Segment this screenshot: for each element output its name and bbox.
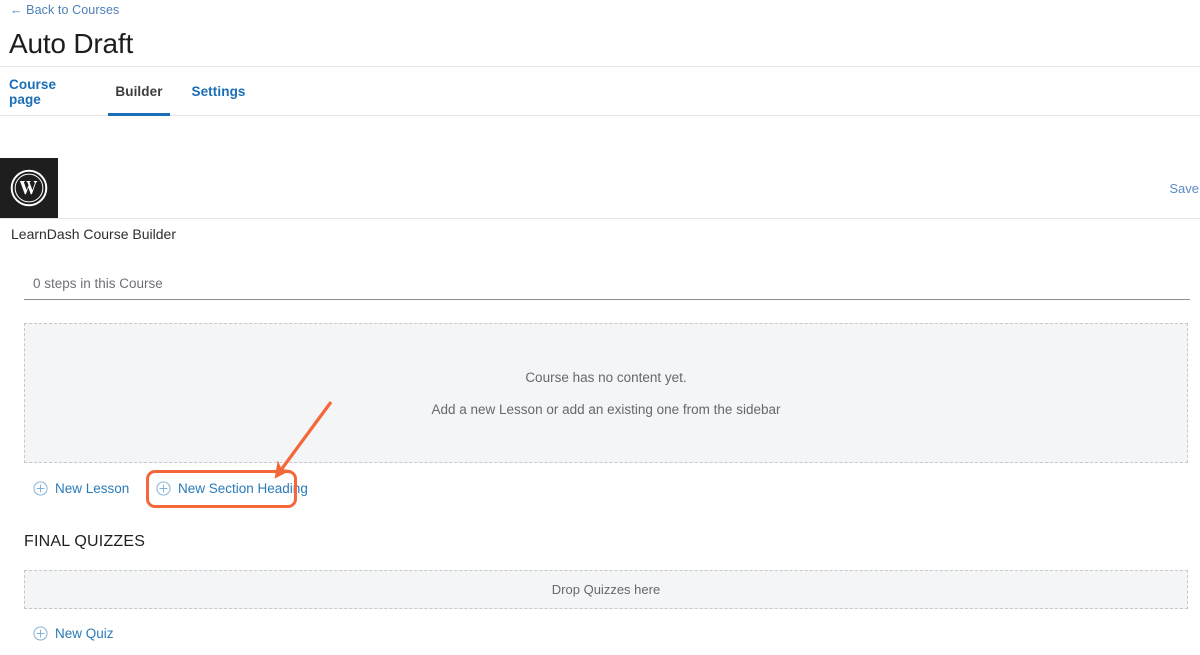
builder-toolbar: Save [0, 158, 1200, 219]
drop-quizzes-label: Drop Quizzes here [551, 582, 661, 597]
new-lesson-button[interactable]: New Lesson [33, 479, 129, 498]
plus-circle-icon [33, 626, 48, 641]
new-quiz-label: New Quiz [55, 626, 114, 641]
empty-state-line-1: Course has no content yet. [525, 370, 687, 385]
steps-count: 0 steps in this Course [33, 276, 163, 291]
new-lesson-label: New Lesson [55, 481, 130, 496]
page-header: ← Back to Courses Auto Draft [0, 0, 1200, 67]
tab-bar: Course page Builder Settings [0, 67, 1200, 116]
plus-circle-icon [156, 481, 171, 496]
tab-builder[interactable]: Builder [108, 67, 170, 116]
new-quiz-button[interactable]: New Quiz [33, 624, 114, 643]
add-actions-row: New Lesson New Section Heading [0, 479, 1200, 499]
empty-state-line-2: Add a new Lesson or add an existing one … [431, 402, 781, 417]
plus-circle-icon [33, 481, 48, 496]
new-section-heading-label: New Section Heading [178, 481, 308, 496]
save-button[interactable]: Save [1169, 180, 1199, 197]
final-quizzes-dropzone[interactable]: Drop Quizzes here [24, 570, 1188, 609]
tab-course-page[interactable]: Course page [9, 67, 86, 116]
wordpress-logo-icon[interactable] [0, 158, 58, 218]
back-to-courses-link[interactable]: ← Back to Courses [10, 2, 119, 18]
final-quizzes-title: FINAL QUIZZES [24, 533, 146, 550]
course-builder-page: ← Back to Courses Auto Draft Course page… [0, 0, 1200, 655]
course-content-dropzone[interactable]: Course has no content yet. Add a new Les… [24, 323, 1188, 463]
new-section-heading-button[interactable]: New Section Heading [156, 479, 308, 498]
builder-heading: LearnDash Course Builder [11, 226, 176, 242]
steps-divider [24, 299, 1190, 300]
tab-settings[interactable]: Settings [191, 67, 246, 116]
page-title: Auto Draft [9, 28, 134, 59]
